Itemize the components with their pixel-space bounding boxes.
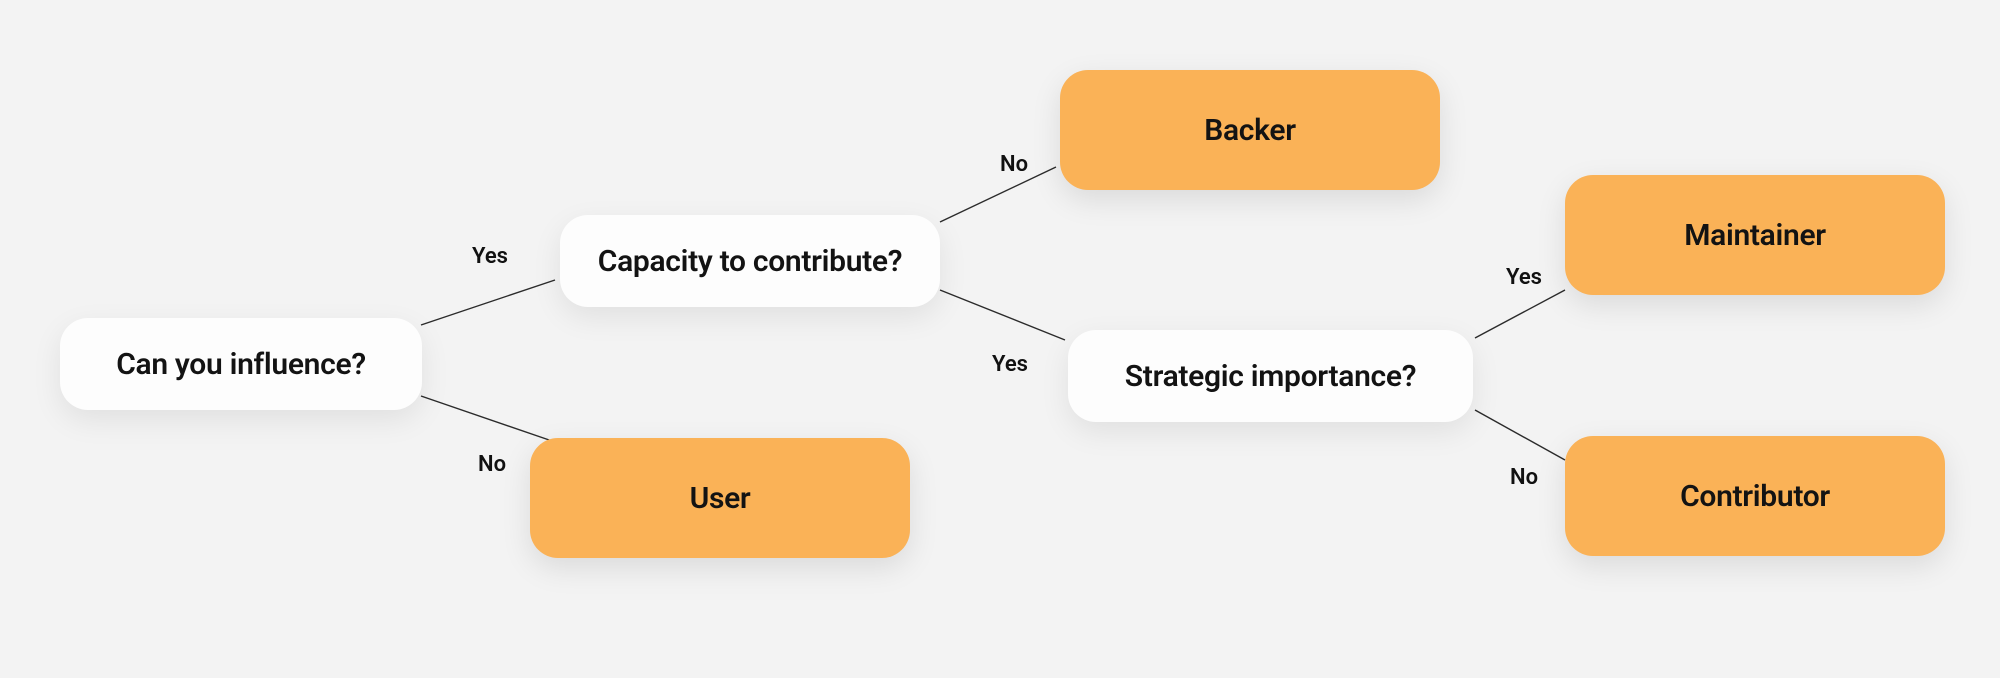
node-label: Can you influence? (116, 347, 366, 382)
question-capacity-to-contribute: Capacity to contribute? (560, 215, 940, 307)
outcome-maintainer: Maintainer (1565, 175, 1945, 295)
edge-label-strategic-no: No (1510, 465, 1538, 490)
decision-tree: Can you influence? Capacity to contribut… (0, 0, 2000, 678)
edge-label-capacity-no: No (1000, 152, 1028, 177)
edge-label-influence-yes: Yes (472, 244, 508, 269)
edge-label-influence-no: No (478, 452, 506, 477)
node-label: Capacity to contribute? (598, 244, 902, 279)
question-strategic-importance: Strategic importance? (1068, 330, 1473, 422)
node-label: Backer (1204, 113, 1295, 148)
outcome-user: User (530, 438, 910, 558)
node-label: Maintainer (1684, 218, 1826, 253)
outcome-contributor: Contributor (1565, 436, 1945, 556)
edge-label-strategic-yes: Yes (1506, 265, 1542, 290)
question-can-you-influence: Can you influence? (60, 318, 422, 410)
outcome-backer: Backer (1060, 70, 1440, 190)
edge-label-capacity-yes: Yes (992, 352, 1028, 377)
node-label: Strategic importance? (1125, 359, 1416, 394)
node-label: Contributor (1680, 479, 1830, 514)
node-label: User (690, 481, 751, 516)
